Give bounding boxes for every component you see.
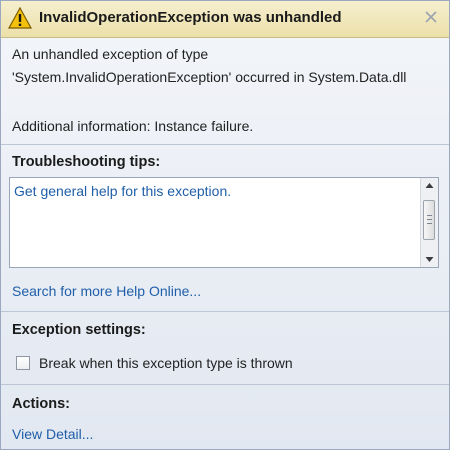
divider [1,384,449,385]
search-help-online-link[interactable]: Search for more Help Online... [12,283,201,299]
thumb-grip-line [427,223,432,224]
exception-message-line1: An unhandled exception of type [12,46,209,62]
divider [1,144,449,145]
divider [1,311,449,312]
troubleshooting-heading: Troubleshooting tips: [12,154,161,170]
scroll-down-arrow-icon[interactable] [421,251,438,267]
exception-assistant-dialog: InvalidOperationException was unhandled … [0,0,450,450]
thumb-grip-line [427,219,432,220]
title-bar: InvalidOperationException was unhandled [1,1,449,38]
thumb-grip-line [427,215,432,216]
warning-icon [7,6,33,30]
view-detail-link[interactable]: View Detail... [12,426,93,442]
exception-message-line2: 'System.InvalidOperationException' occur… [12,69,407,85]
close-icon[interactable] [421,7,441,27]
dialog-title: InvalidOperationException was unhandled [39,9,342,26]
break-on-exception-checkbox[interactable] [16,356,30,370]
scroll-up-arrow-icon[interactable] [421,178,438,194]
additional-information: Additional information: Instance failure… [12,118,254,134]
actions-heading: Actions: [12,396,70,412]
break-on-exception-label[interactable]: Break when this exception type is thrown [39,355,293,371]
tip-link-general-help[interactable]: Get general help for this exception. [14,183,231,199]
tips-scrollbar[interactable] [420,178,438,267]
exception-settings-heading: Exception settings: [12,322,146,338]
scrollbar-thumb[interactable] [423,200,435,240]
troubleshooting-tips-list: Get general help for this exception. [9,177,439,268]
